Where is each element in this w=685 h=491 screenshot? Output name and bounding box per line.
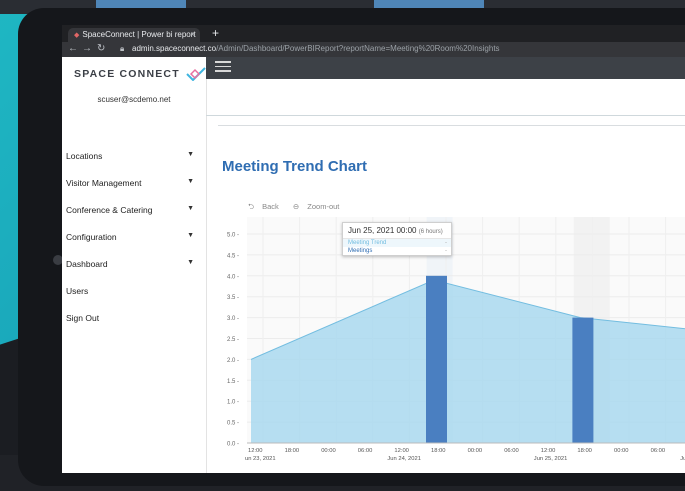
sidebar-item-label: Users [66, 286, 89, 296]
tooltip-note: (6 hours) [418, 229, 443, 235]
zoom-out-icon: ⊖ [292, 202, 300, 211]
new-tab-button[interactable]: + [212, 26, 219, 40]
bar-meetings [426, 275, 447, 443]
caret-down-icon: ▼ [187, 259, 194, 266]
y-tick-label: 2.0 - [227, 358, 239, 364]
tablet-screen: ◆ SpaceConnect | Power bi report × + ← → … [62, 25, 685, 473]
x-tick-label: 00:00 [614, 448, 629, 454]
sidebar-item-visitor-management[interactable]: Visitor Management ▼ [62, 178, 206, 205]
browser-tab[interactable]: ◆ SpaceConnect | Power bi report × [68, 28, 200, 42]
x-tick-label: 06:00 [504, 448, 519, 454]
sidebar-item-conference-catering[interactable]: Conference & Catering ▼ [62, 205, 206, 232]
y-tick-label: 3.5 - [227, 295, 239, 301]
sidebar-item-label: Configuration [66, 232, 117, 242]
caret-down-icon: ▼ [187, 178, 194, 185]
sidebar-item-dashboard[interactable]: Dashboard ▼ [62, 259, 206, 286]
back-button[interactable]: ⮌ Back [248, 202, 285, 211]
x-day-label: Jun 25, 2021 [534, 456, 568, 462]
tooltip-date: Jun 25, 2021 00:00 [348, 226, 417, 235]
sidebar-item-label: Sign Out [66, 313, 100, 323]
y-tick-label: 2.5 - [227, 337, 239, 343]
brand-mark-icon [186, 67, 206, 82]
sidebar-item-sign-out[interactable]: Sign Out [62, 313, 206, 340]
tooltip-series-label: Meeting Trend [348, 240, 387, 246]
reload-icon[interactable]: ↻ [97, 43, 105, 54]
url-host: admin.spaceconnect.co [132, 44, 217, 53]
tooltip-header: Jun 25, 2021 00:00 (6 hours) [343, 223, 451, 239]
url-field[interactable]: admin.spaceconnect.co/Admin/Dashboard/Po… [132, 44, 500, 53]
favicon-icon: ◆ [74, 32, 80, 39]
x-tick-label: 00:00 [468, 448, 483, 454]
x-day-label: Jun 26, 2021 [680, 456, 685, 462]
hamburger-menu-icon[interactable] [215, 61, 231, 75]
sidebar-item-locations[interactable]: Locations ▼ [62, 151, 206, 178]
x-tick-label: 06:00 [358, 448, 373, 454]
user-email: scuser@scdemo.net [97, 95, 171, 104]
sidebar-menu: Locations ▼ Visitor Management ▼ Conferenc… [62, 151, 206, 340]
bar-meetings [572, 317, 594, 443]
sidebar-item-label: Conference & Catering [66, 205, 153, 215]
tab-close-icon[interactable]: × [190, 28, 195, 42]
x-day-label: un 23, 2021 [245, 456, 276, 462]
y-tick-label: 0.0 - [227, 442, 239, 448]
sidebar-item-label: Visitor Management [66, 178, 142, 188]
tooltip-row: Meetings - [343, 247, 451, 255]
url-path: /Admin/Dashboard/PowerBIReport?reportNam… [216, 44, 500, 53]
x-day-label: Jun 24, 2021 [387, 456, 421, 462]
tooltip-series-label: Meetings [348, 248, 373, 254]
sidebar-item-configuration[interactable]: Configuration ▼ [62, 232, 206, 259]
x-tick-label: 18:00 [431, 448, 446, 454]
chart-toolbar: ⮌ Back ⊖ Zoom-out [248, 201, 351, 214]
sidebar-item-users[interactable]: Users [62, 286, 206, 313]
tooltip-series-value: - [445, 240, 447, 246]
caret-down-icon: ▼ [187, 232, 194, 239]
meeting-trend-chart: 0.0 - 0.5 - 1.0 - 1.5 - 2.0 - 2.5 - 3.0 - 3.5 -… [218, 189, 685, 473]
x-tick-label: 12:00 [248, 448, 263, 454]
y-tick-label: 1.5 - [227, 379, 239, 385]
lock-icon: 🔒︎ [120, 44, 125, 53]
tab-title: SpaceConnect | Power bi report [82, 30, 196, 39]
caret-down-icon: ▼ [187, 151, 194, 158]
back-icon: ⮌ [248, 202, 255, 211]
zoom-out-label: Zoom-out [307, 202, 340, 211]
sidebar-item-label: Dashboard [66, 259, 108, 269]
x-tick-label: 18:00 [285, 448, 300, 454]
back-arrow-icon[interactable]: ← [68, 43, 78, 54]
page-title: Meeting Trend Chart [222, 158, 368, 175]
caret-down-icon: ▼ [187, 205, 194, 212]
sidebar: SPACE CONNECT scuser@scdemo.net Location… [62, 57, 207, 473]
sidebar-item-label: Locations [66, 151, 103, 161]
browser-tab-bar: ◆ SpaceConnect | Power bi report × + [62, 25, 685, 42]
y-tick-label: 1.0 - [227, 400, 239, 406]
tooltip-row: Meeting Trend - [343, 239, 451, 247]
y-tick-label: 3.0 - [227, 316, 239, 322]
y-tick-label: 0.5 - [227, 421, 239, 427]
address-bar: ← → ↻ 🔒︎ admin.spaceconnect.co/Admin/Das… [62, 42, 685, 57]
forward-arrow-icon[interactable]: → [82, 43, 92, 54]
y-tick-label: 5.0 - [227, 233, 239, 239]
x-tick-label: 00:00 [321, 448, 336, 454]
back-label: Back [262, 202, 279, 211]
x-tick-label: 12:00 [394, 448, 409, 454]
y-tick-label: 4.5 - [227, 253, 239, 259]
y-tick-label: 4.0 - [227, 274, 239, 280]
app-subheader [206, 79, 685, 116]
app-header [206, 57, 685, 79]
x-tick-label: 18:00 [577, 448, 592, 454]
zoom-out-button[interactable]: ⊖ Zoom-out [293, 202, 346, 211]
x-tick-label: 06:00 [651, 448, 666, 454]
divider [218, 125, 685, 126]
brand-logo[interactable]: SPACE CONNECT [74, 67, 206, 82]
chart-tooltip: Jun 25, 2021 00:00 (6 hours) Meeting Tre… [342, 222, 452, 256]
x-tick-label: 12:00 [541, 448, 556, 454]
tooltip-series-value: - [445, 248, 447, 254]
brand-name: SPACE CONNECT [74, 67, 180, 80]
